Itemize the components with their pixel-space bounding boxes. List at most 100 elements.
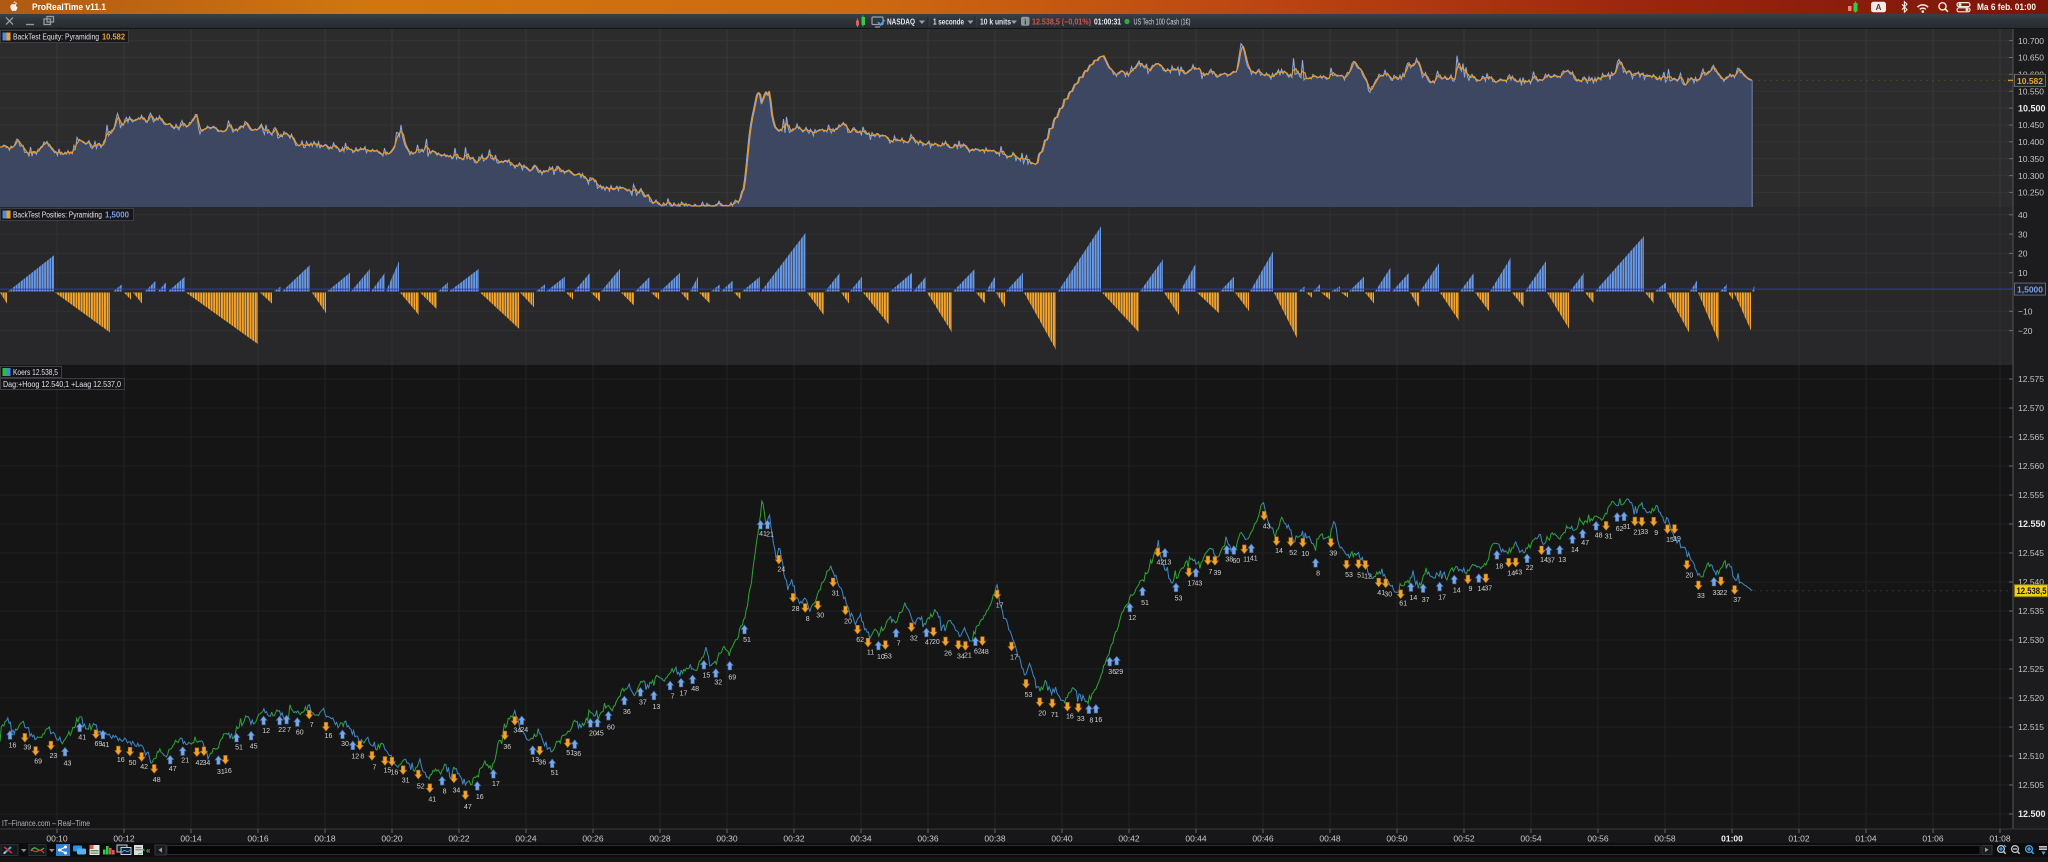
- svg-text:30: 30: [816, 612, 824, 619]
- svg-text:22: 22: [1526, 565, 1534, 572]
- svg-text:01:06: 01:06: [1922, 834, 1944, 844]
- svg-text:ProRealTime v11.1: ProRealTime v11.1: [32, 2, 106, 12]
- svg-text:48: 48: [981, 649, 989, 656]
- svg-text:12.570: 12.570: [2018, 403, 2044, 413]
- svg-text:12: 12: [351, 754, 359, 761]
- svg-text:12.538,5: 12.538,5: [2017, 586, 2047, 596]
- svg-text:12.565: 12.565: [2018, 432, 2044, 442]
- svg-text:10.300: 10.300: [2018, 171, 2044, 181]
- svg-text:43: 43: [64, 761, 72, 768]
- svg-text:47: 47: [169, 766, 177, 773]
- svg-text:7: 7: [310, 722, 314, 729]
- svg-text:48: 48: [153, 777, 161, 784]
- svg-text:14: 14: [1453, 587, 1461, 594]
- svg-text:10: 10: [1301, 551, 1309, 558]
- svg-text:62: 62: [856, 637, 864, 644]
- svg-text:A: A: [1876, 3, 1882, 12]
- svg-text:43: 43: [1263, 523, 1271, 530]
- svg-text:00:28: 00:28: [649, 834, 671, 844]
- svg-text:00:18: 00:18: [314, 834, 336, 844]
- svg-text:32: 32: [910, 635, 918, 642]
- svg-text:12.505: 12.505: [2018, 780, 2044, 790]
- svg-text:10.550: 10.550: [2018, 86, 2044, 96]
- svg-text:12.530: 12.530: [2018, 635, 2044, 645]
- svg-text:00:20: 00:20: [381, 834, 403, 844]
- svg-text:01:08: 01:08: [1989, 834, 2011, 844]
- svg-text:8: 8: [1089, 718, 1093, 725]
- svg-text:01:04: 01:04: [1855, 834, 1877, 844]
- svg-text:00:32: 00:32: [783, 834, 805, 844]
- svg-text:21: 21: [766, 532, 774, 539]
- svg-text:17: 17: [996, 603, 1004, 610]
- svg-text:Dag:+Hoog 12.540,1 +Laag 12.53: Dag:+Hoog 12.540,1 +Laag 12.537,0: [3, 380, 121, 389]
- svg-text:00:44: 00:44: [1185, 834, 1207, 844]
- svg-text:41: 41: [1250, 555, 1258, 562]
- svg-text:−10: −10: [2018, 307, 2033, 317]
- svg-text:19: 19: [1673, 536, 1681, 543]
- svg-text:00:40: 00:40: [1051, 834, 1073, 844]
- svg-text:22: 22: [278, 727, 286, 734]
- svg-text:10 k units: 10 k units: [980, 18, 1011, 27]
- svg-text:53: 53: [1175, 596, 1183, 603]
- svg-text:00:34: 00:34: [850, 834, 872, 844]
- svg-text:12.525: 12.525: [2018, 664, 2044, 674]
- svg-text:US Tech 100 Cash (1€): US Tech 100 Cash (1€): [1134, 18, 1191, 27]
- svg-text:24: 24: [777, 567, 785, 574]
- svg-text:60: 60: [1232, 558, 1240, 565]
- svg-text:10.500: 10.500: [2018, 103, 2046, 113]
- svg-text:21: 21: [181, 758, 189, 765]
- svg-text:33: 33: [1697, 593, 1705, 600]
- svg-text:21: 21: [964, 652, 972, 659]
- svg-text:16: 16: [1095, 717, 1103, 724]
- svg-text:IT–Finance.com – Real–Time: IT–Finance.com – Real–Time: [2, 818, 90, 828]
- svg-text:33: 33: [1640, 529, 1648, 536]
- svg-text:10.450: 10.450: [2018, 120, 2044, 130]
- svg-text:53: 53: [1345, 572, 1353, 579]
- svg-text:00:52: 00:52: [1453, 834, 1475, 844]
- svg-text:51: 51: [1141, 600, 1149, 607]
- svg-text:41: 41: [428, 797, 436, 804]
- svg-text:00:56: 00:56: [1587, 834, 1609, 844]
- svg-text:15: 15: [703, 673, 711, 680]
- svg-text:12.515: 12.515: [2018, 722, 2044, 732]
- svg-text:43: 43: [1195, 580, 1203, 587]
- svg-text:13: 13: [1558, 557, 1566, 564]
- svg-text:00:48: 00:48: [1319, 834, 1341, 844]
- svg-text:12.560: 12.560: [2018, 461, 2044, 471]
- svg-text:39: 39: [1214, 570, 1222, 577]
- svg-text:«: «: [146, 846, 151, 855]
- svg-text:20: 20: [844, 619, 852, 626]
- svg-text:20: 20: [2018, 249, 2028, 259]
- svg-text:52: 52: [417, 784, 425, 791]
- svg-text:00:12: 00:12: [113, 834, 135, 844]
- svg-text:61: 61: [1399, 601, 1407, 608]
- svg-text:BackTest Posities: Pyramiding: BackTest Posities: Pyramiding: [13, 211, 102, 220]
- svg-text:00:24: 00:24: [515, 834, 537, 844]
- svg-text:47: 47: [464, 804, 472, 811]
- svg-text:37: 37: [1422, 597, 1430, 604]
- svg-text:36: 36: [573, 751, 581, 758]
- svg-text:51: 51: [235, 745, 243, 752]
- svg-text:10: 10: [2018, 268, 2028, 278]
- svg-text:00:30: 00:30: [716, 834, 738, 844]
- svg-text:12: 12: [1128, 615, 1136, 622]
- svg-text:10.250: 10.250: [2018, 188, 2044, 198]
- svg-text:37: 37: [1547, 557, 1555, 564]
- svg-text:16: 16: [391, 769, 399, 776]
- svg-text:20: 20: [1686, 573, 1694, 580]
- svg-text:9: 9: [1654, 530, 1658, 537]
- svg-text:40: 40: [2018, 210, 2028, 220]
- svg-text:12.538,5 (−0,01%): 12.538,5 (−0,01%): [1032, 18, 1091, 27]
- svg-text:31: 31: [832, 590, 840, 597]
- svg-text:00:26: 00:26: [582, 834, 604, 844]
- svg-text:12: 12: [262, 728, 270, 735]
- svg-text:39: 39: [1329, 551, 1337, 558]
- svg-text:33: 33: [1077, 716, 1085, 723]
- svg-text:9: 9: [1468, 586, 1472, 593]
- svg-text:13: 13: [1164, 560, 1172, 567]
- svg-text:32: 32: [714, 680, 722, 687]
- svg-text:41: 41: [78, 734, 86, 741]
- svg-text:16: 16: [325, 733, 333, 740]
- svg-text:Ma 6 feb. 01:00: Ma 6 feb. 01:00: [1977, 2, 2036, 12]
- svg-text:Koers 12.538,5: Koers 12.538,5: [13, 368, 58, 377]
